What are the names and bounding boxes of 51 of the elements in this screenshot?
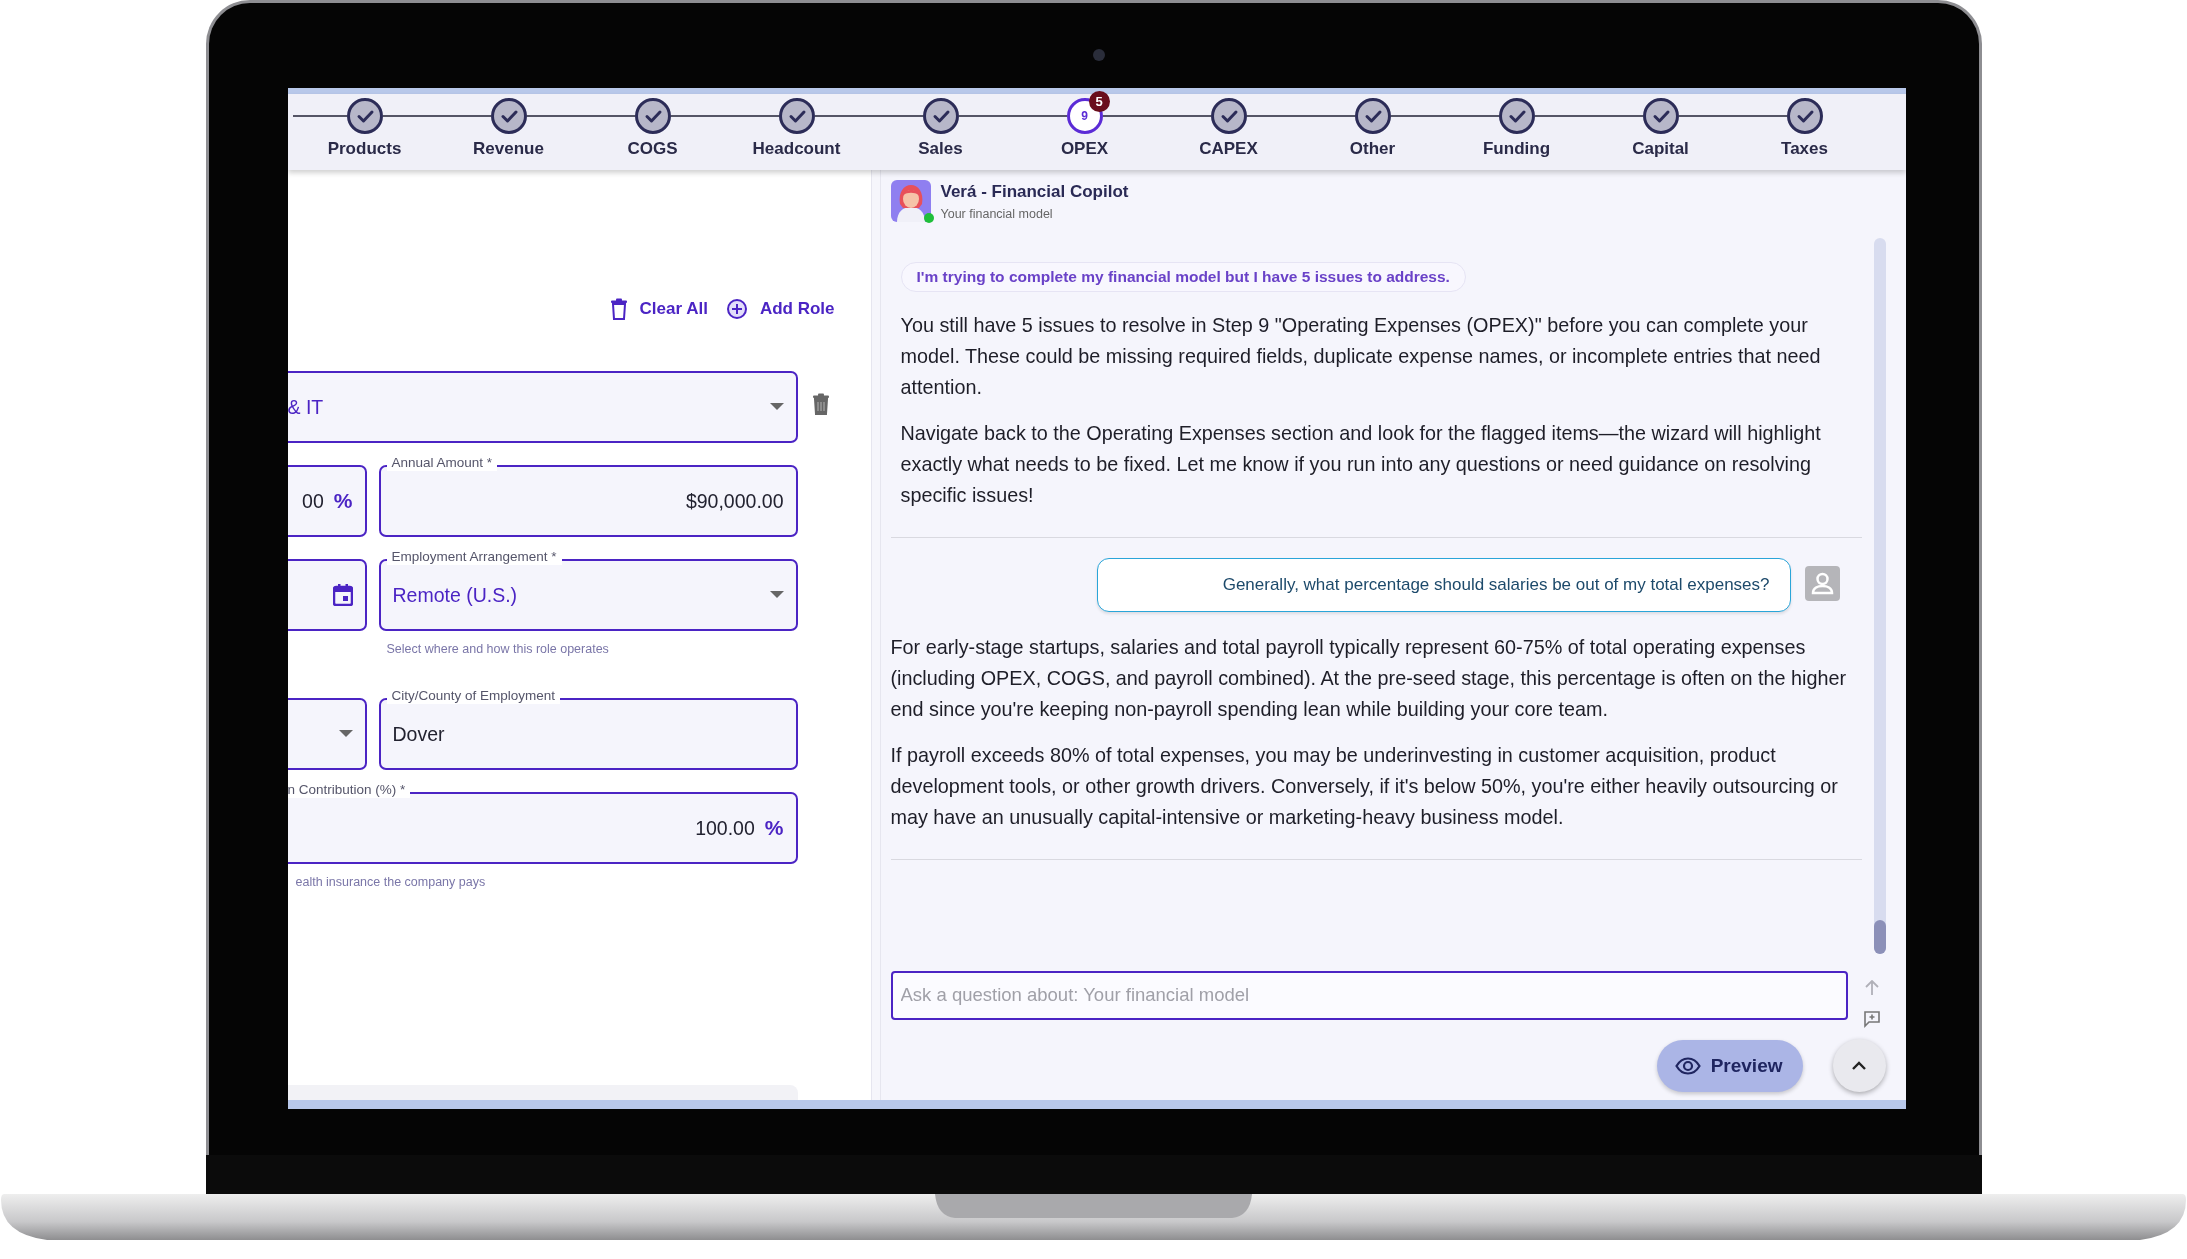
assistant-avatar xyxy=(890,180,931,222)
field-label: City/County of Employment xyxy=(386,688,561,704)
dropdown-caret-icon[interactable] xyxy=(769,403,784,411)
step-label[interactable]: Revenue xyxy=(473,139,544,159)
user-message-bubble: Generally, what percentage should salaries be out of my total expenses? xyxy=(1096,558,1791,612)
prompt-chip[interactable]: I'm trying to complete my financial model but I have 5 issues to address. xyxy=(900,262,1466,292)
input-field[interactable]: 00 % xyxy=(287,465,367,537)
question-input[interactable]: Ask a question about: Your financial model xyxy=(890,970,1848,1020)
date-field[interactable] xyxy=(287,559,367,631)
field-label: Employment Arrangement * xyxy=(386,549,562,565)
assistant-subtitle: Your financial model xyxy=(940,207,1054,221)
percent-suffix: % xyxy=(764,816,784,840)
step-label[interactable]: Sales xyxy=(918,139,963,159)
user-avatar-icon xyxy=(1804,566,1840,601)
dropdown-field[interactable]: & IT xyxy=(287,371,798,443)
step-label[interactable]: OPEX xyxy=(1060,139,1109,159)
step-label[interactable]: Headcount xyxy=(752,139,841,159)
trash-icon[interactable] xyxy=(811,393,830,415)
preview-button[interactable]: Preview xyxy=(1656,1039,1803,1092)
dropdown-caret-icon[interactable] xyxy=(338,730,353,738)
field-label: Annual Amount * xyxy=(386,455,498,471)
percent-suffix: % xyxy=(333,489,353,513)
new-chat-icon[interactable] xyxy=(1862,1010,1881,1028)
dropdown-field[interactable] xyxy=(287,698,367,770)
step-label[interactable]: Capital xyxy=(1632,139,1689,159)
assistant-message: If payroll exceeds 80% of total expenses, you may be underinvesting in customer acquisition, product development tools, or other growth drivers. Conversely, if it's below 50%, you're either heavily outsourcing or may have an unusually capital-intensive or marketing-heavy business model. xyxy=(890,743,1839,830)
helper-text: ealth insurance the company pays xyxy=(295,875,487,891)
assistant-message: Navigate back to the Operating Expenses section and look for the flagged items—the wizard will highlight exactly what needs to be fixed. Let me know if you run into any questions or need guidance on resolving specific issues! xyxy=(900,421,1822,508)
trash-icon[interactable] xyxy=(609,298,628,320)
dropdown-caret-icon[interactable] xyxy=(769,591,784,599)
step-label[interactable]: Funding xyxy=(1483,139,1550,159)
webcam-dot xyxy=(1092,49,1105,61)
scrollbar-thumb[interactable] xyxy=(1873,920,1886,954)
chevron-up-icon xyxy=(1851,1060,1867,1071)
scrollbar[interactable] xyxy=(1873,238,1886,954)
add-role-button[interactable]: Add Role xyxy=(725,294,835,324)
field-label: n Contribution (%) * xyxy=(287,782,411,798)
assistant-message: You still have 5 issues to resolve in Step 9 "Operating Expenses (OPEX)" before you can complete your model. These could be missing required fields, duplicate expense names, or incomplete entries that need attention. xyxy=(900,313,1822,400)
step-label[interactable]: Other xyxy=(1349,139,1396,159)
step-label[interactable]: Products xyxy=(327,139,402,159)
eye-icon xyxy=(1674,1056,1701,1075)
assistant-message: For early-stage startups, salaries and total payroll typically represent 60-75% of total operating expenses (including OPEX, COGS, and payroll combined). At the pre-seed stage, this percentage is often on the higher end since you're keeping non-payroll spending lean while building your core team. xyxy=(890,635,1848,722)
clear-all-button[interactable]: Clear All xyxy=(609,294,708,324)
step-label[interactable]: Taxes xyxy=(1781,139,1828,159)
helper-text: Select where and how this role operates xyxy=(386,642,610,658)
plus-circle-icon xyxy=(725,298,748,320)
step-label[interactable]: CAPEX xyxy=(1199,139,1258,159)
issue-count-badge: 5 xyxy=(1088,91,1110,112)
step-label[interactable]: COGS xyxy=(627,139,678,159)
calendar-icon[interactable] xyxy=(332,584,353,606)
assistant-name: Verá - Financial Copilot xyxy=(940,182,1129,202)
